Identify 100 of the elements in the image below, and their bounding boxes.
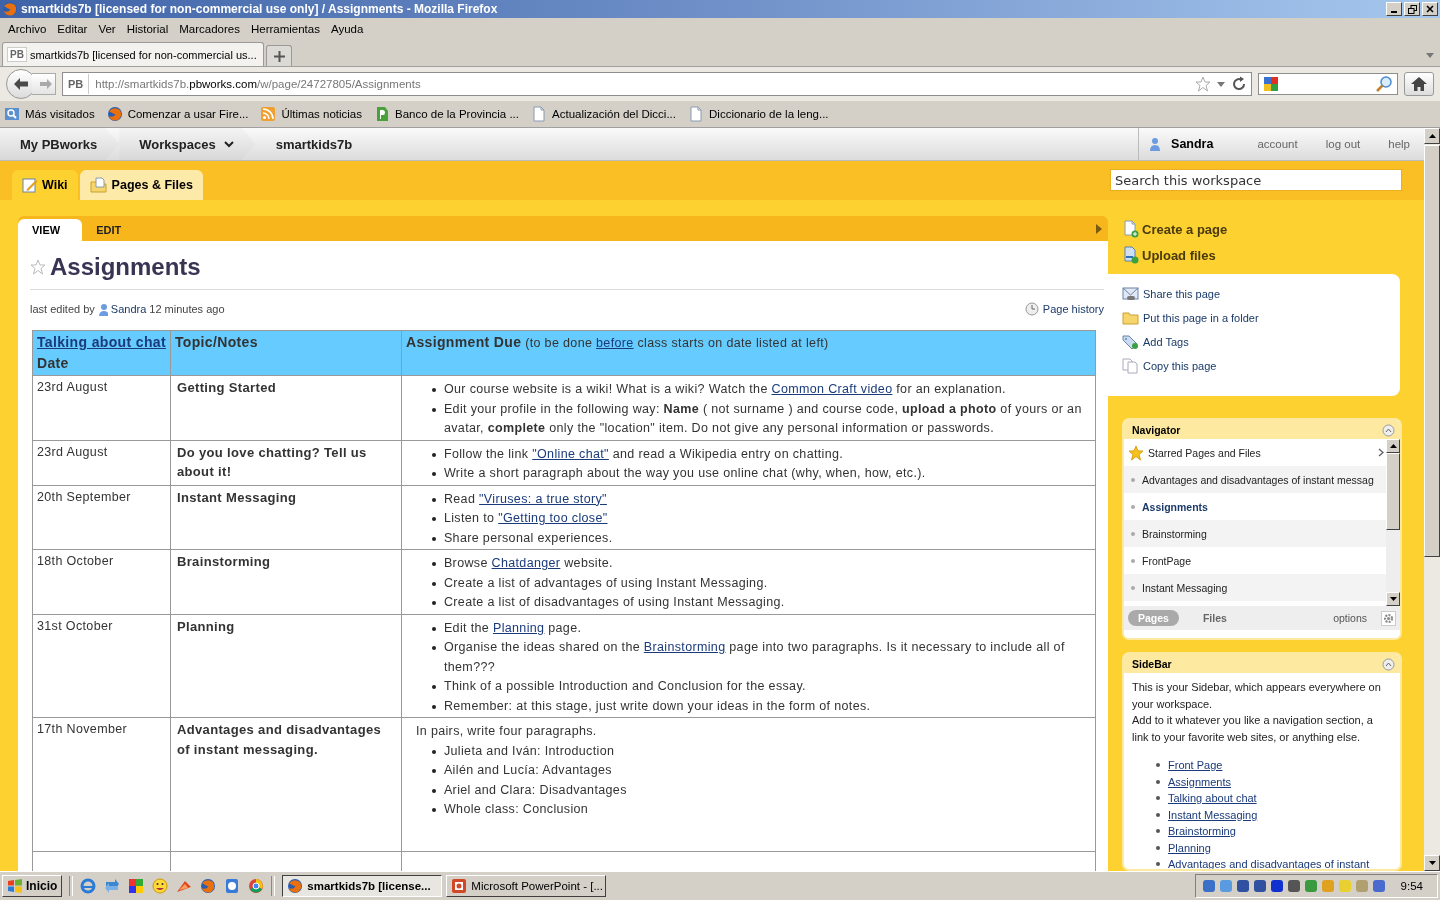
link[interactable]: Planning bbox=[1168, 839, 1211, 856]
app-icon[interactable] bbox=[224, 878, 241, 894]
starred-pages-link[interactable]: Starred Pages and Files bbox=[1148, 446, 1261, 459]
section-tab[interactable]: Wiki bbox=[12, 170, 78, 200]
app-icon[interactable] bbox=[104, 878, 121, 894]
assignment-item: Create a list of advantages of using Instant Messaging. bbox=[443, 574, 768, 592]
settings-icon[interactable] bbox=[1383, 612, 1394, 624]
header-link[interactable]: account bbox=[1257, 138, 1298, 150]
caret-icon[interactable] bbox=[1217, 81, 1225, 87]
app-icon[interactable] bbox=[176, 878, 193, 894]
user-name[interactable]: Sandra bbox=[1171, 137, 1214, 151]
collapse-icon[interactable] bbox=[1382, 423, 1395, 437]
action-link[interactable]: Put this page in a folder bbox=[1143, 312, 1259, 324]
star-icon[interactable] bbox=[1195, 76, 1211, 92]
menu-item[interactable]: Ver bbox=[92, 23, 121, 35]
link[interactable]: Planning bbox=[492, 620, 545, 635]
link[interactable]: before bbox=[596, 336, 634, 350]
tray-icon[interactable] bbox=[1371, 879, 1386, 893]
expand-arrow-icon[interactable] bbox=[1096, 223, 1102, 234]
minimize-button[interactable] bbox=[1386, 2, 1402, 16]
star-icon[interactable] bbox=[30, 259, 46, 275]
navigator-item[interactable]: Instant Messaging bbox=[1124, 574, 1386, 601]
bookmark[interactable]: Comenzar a usar Fire... bbox=[127, 108, 249, 120]
bookmark[interactable]: Banco de la Provincia ... bbox=[395, 108, 519, 120]
bullet-icon bbox=[431, 472, 436, 476]
collapse-icon[interactable] bbox=[1382, 657, 1395, 671]
link[interactable]: "Getting too close" bbox=[498, 511, 608, 525]
bullet-icon bbox=[431, 646, 436, 650]
action-link[interactable]: Share this page bbox=[1143, 288, 1221, 300]
bookmark[interactable]: Diccionario de la leng... bbox=[709, 108, 829, 120]
menu-item[interactable]: Historial bbox=[120, 23, 174, 35]
header-link[interactable]: log out bbox=[1325, 138, 1361, 150]
link[interactable]: Front Page bbox=[1168, 757, 1223, 774]
link[interactable]: Talking about chat bbox=[37, 334, 166, 350]
close-button[interactable] bbox=[1422, 2, 1438, 16]
link[interactable]: Common Craft video bbox=[771, 382, 893, 396]
section-tab[interactable]: Pages & Files bbox=[79, 170, 203, 200]
options-link[interactable]: options bbox=[1333, 612, 1367, 624]
tray-icon[interactable] bbox=[1201, 879, 1216, 893]
action-link[interactable]: Create a page bbox=[1142, 221, 1228, 237]
app-icon[interactable] bbox=[80, 878, 97, 894]
tray-icon[interactable] bbox=[1269, 879, 1284, 893]
app-icon[interactable] bbox=[128, 878, 145, 894]
breadcrumb[interactable]: smartkids7b bbox=[255, 128, 375, 160]
app-icon[interactable] bbox=[152, 878, 169, 894]
search-icon[interactable] bbox=[1375, 75, 1393, 93]
link[interactable]: Brainstorming bbox=[1168, 823, 1236, 840]
scrollbar[interactable] bbox=[1386, 439, 1400, 606]
new-tab-button[interactable] bbox=[266, 45, 292, 66]
bookmark[interactable]: Últimas noticias bbox=[281, 108, 362, 120]
navigator-item[interactable]: FrontPage bbox=[1124, 547, 1386, 574]
editor-link[interactable]: Sandra bbox=[110, 303, 147, 315]
action-link[interactable]: Add Tags bbox=[1143, 336, 1189, 348]
breadcrumb[interactable]: My PBworks bbox=[0, 128, 120, 160]
tray-icon[interactable] bbox=[1235, 879, 1250, 893]
navigator-item[interactable]: Advantages and disadvantages of instant messag bbox=[1124, 466, 1386, 493]
taskbar-button[interactable]: smartkids7b [license... bbox=[282, 875, 443, 897]
home-button[interactable] bbox=[1404, 72, 1434, 96]
menu-item[interactable]: Archivo bbox=[2, 23, 52, 35]
menu-item[interactable]: Editar bbox=[51, 23, 93, 35]
search-engine-field[interactable] bbox=[1258, 73, 1398, 95]
assignment-item: Think of a possible Introduction and Conclusion for the essay. bbox=[443, 678, 806, 695]
menu-item[interactable]: Herramientas bbox=[244, 23, 325, 35]
page-tab[interactable]: VIEW bbox=[18, 219, 83, 241]
assignment-item: Write a short paragraph about the way you use online chat (why, when, how, etc.). bbox=[443, 465, 926, 482]
link[interactable]: Instant Messaging bbox=[1168, 806, 1258, 823]
action-link[interactable]: Upload files bbox=[1142, 247, 1216, 263]
taskbar-button[interactable]: Microsoft PowerPoint - [... bbox=[446, 875, 607, 897]
tray-icon[interactable] bbox=[1286, 879, 1301, 893]
navigator-item[interactable]: Assignments bbox=[1124, 493, 1386, 520]
reload-icon[interactable] bbox=[1231, 76, 1247, 92]
search-field[interactable]: Search this workspace bbox=[1110, 169, 1402, 191]
browser-tab[interactable]: PB smartkids7b [licensed for non-commercial us... bbox=[2, 42, 264, 66]
start-button[interactable]: Inicio bbox=[2, 875, 63, 897]
navigator-item[interactable]: Brainstorming bbox=[1124, 520, 1386, 547]
bookmark[interactable]: Más visitados bbox=[25, 108, 95, 120]
link[interactable]: Brainstorming bbox=[643, 640, 726, 654]
caret-icon[interactable] bbox=[1426, 53, 1434, 58]
navigator-tab[interactable]: Files bbox=[1192, 610, 1237, 626]
page-tab[interactable]: EDIT bbox=[82, 219, 144, 241]
link[interactable]: Talking about chat bbox=[1168, 790, 1257, 807]
link[interactable]: "Online chat" bbox=[532, 446, 609, 461]
link[interactable]: Assignments bbox=[1168, 773, 1231, 790]
address-field[interactable]: PB http://smartkids7b.pbworks.com/w/page/24727805/Assignments bbox=[62, 72, 1252, 96]
bookmark[interactable]: Actualización del Dicci... bbox=[552, 108, 676, 120]
header-link[interactable]: help bbox=[1388, 138, 1410, 150]
app-icon[interactable] bbox=[248, 878, 265, 894]
link[interactable]: Chatdanger bbox=[491, 556, 561, 570]
workspaces-menu[interactable]: Workspaces bbox=[119, 128, 256, 160]
page-history-link[interactable]: Page history bbox=[1042, 303, 1104, 315]
action-link[interactable]: Copy this page bbox=[1143, 360, 1217, 372]
menu-item[interactable]: Ayuda bbox=[324, 23, 369, 35]
bullet-icon bbox=[431, 581, 436, 586]
tray-icon[interactable] bbox=[1252, 879, 1267, 893]
scrollbar[interactable] bbox=[1424, 128, 1440, 871]
link[interactable]: "Viruses: a true story" bbox=[479, 491, 607, 506]
menu-item[interactable]: Marcadores bbox=[173, 23, 245, 35]
restore-button[interactable] bbox=[1404, 2, 1420, 16]
app-icon[interactable] bbox=[200, 878, 217, 894]
date-cell: 23rd August bbox=[32, 375, 171, 440]
